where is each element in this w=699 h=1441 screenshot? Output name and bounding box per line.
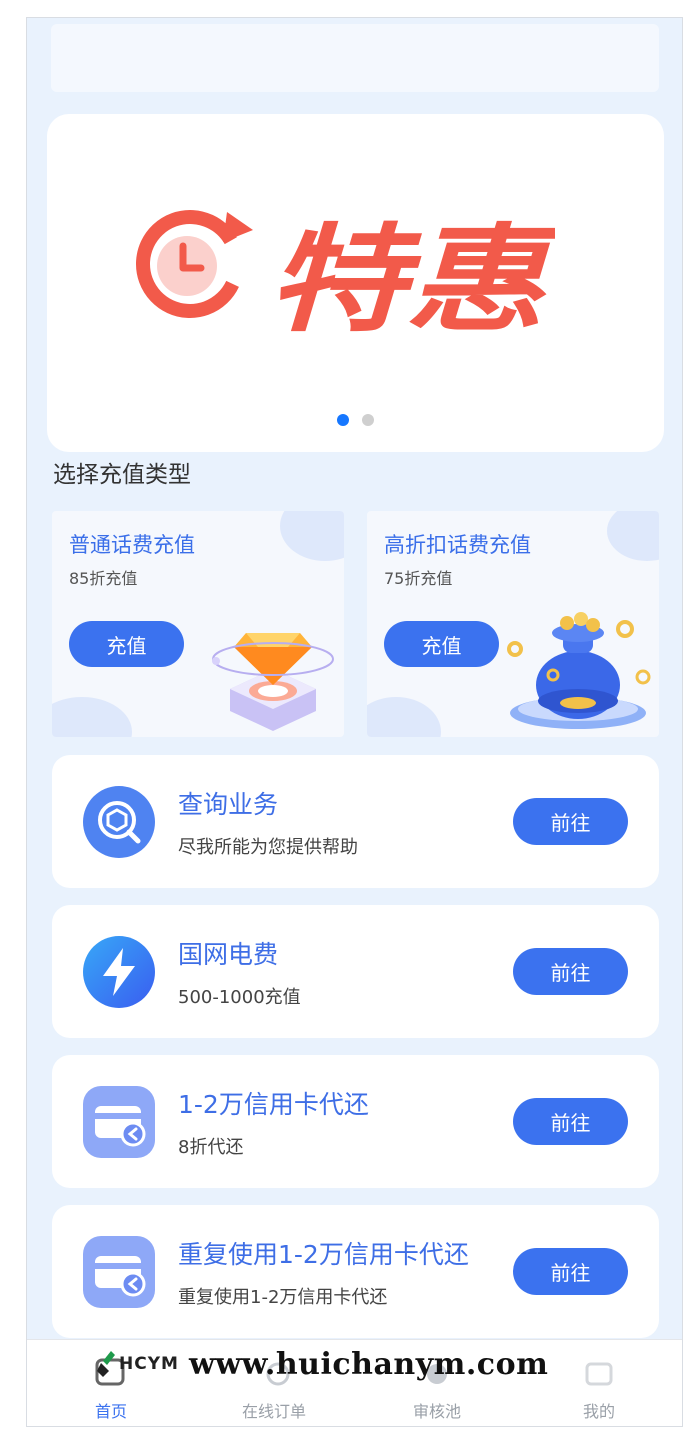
- type-card-subtitle: 75折充值: [384, 569, 453, 588]
- recharge-button-normal[interactable]: 充值: [69, 621, 184, 667]
- carousel-indicator: [47, 411, 664, 430]
- watermark-url: www.huichanym.com: [188, 1346, 549, 1382]
- promo-banner-text: 特惠: [267, 213, 555, 332]
- recharge-type-card-discount[interactable]: 高折扣话费充值 75折充值 充值: [367, 511, 659, 737]
- tab-label: 我的: [582, 1402, 615, 1421]
- go-button-query[interactable]: 前往: [513, 798, 628, 845]
- promo-banner[interactable]: 特惠: [47, 114, 664, 452]
- service-row-repeat-credit-card[interactable]: 重复使用1-2万信用卡代还 重复使用1-2万信用卡代还 前往: [52, 1205, 659, 1338]
- carousel-dot-2[interactable]: [362, 414, 375, 426]
- service-subtitle: 重复使用1-2万信用卡代还: [178, 1287, 388, 1308]
- tab-label: 首页: [94, 1402, 127, 1421]
- watermark-logo: HCYM: [97, 1349, 179, 1379]
- service-title: 国网电费: [178, 940, 279, 969]
- coin-bag-illustration-icon: [507, 612, 651, 729]
- phone-screen: 特惠 选择充值类型 普通话费充值 85折充值 充值 高折扣话费充值 75折充值 …: [26, 17, 683, 1427]
- recharge-button-discount[interactable]: 充值: [384, 621, 499, 667]
- top-search-area[interactable]: [51, 24, 659, 92]
- search-cube-icon: [83, 786, 155, 858]
- credit-card-icon: [83, 1236, 155, 1308]
- recharge-type-card-normal[interactable]: 普通话费充值 85折充值 充值: [52, 511, 344, 737]
- tab-label: 在线订单: [241, 1402, 306, 1421]
- service-title: 重复使用1-2万信用卡代还: [178, 1240, 469, 1269]
- diamond-illustration-icon: [212, 633, 334, 731]
- type-card-title: 高折扣话费充值: [384, 533, 531, 557]
- lightning-icon: [83, 936, 155, 1008]
- go-button-credit-card[interactable]: 前往: [513, 1098, 628, 1145]
- section-title: 选择充值类型: [53, 462, 191, 488]
- credit-card-icon: [83, 1086, 155, 1158]
- tab-label: 审核池: [412, 1402, 461, 1421]
- type-card-subtitle: 85折充值: [69, 569, 138, 588]
- watermark-logo-text: HCYM: [119, 1354, 179, 1374]
- service-title: 1-2万信用卡代还: [178, 1090, 369, 1119]
- type-card-title: 普通话费充值: [69, 533, 195, 557]
- shovel-icon: [97, 1351, 115, 1377]
- service-subtitle: 8折代还: [178, 1137, 244, 1158]
- promo-banner-graphic: 特惠: [136, 210, 555, 332]
- go-button-electricity[interactable]: 前往: [513, 948, 628, 995]
- watermark: HCYM www.huichanym.com: [97, 1341, 657, 1387]
- go-button-repeat-credit-card[interactable]: 前往: [513, 1248, 628, 1295]
- carousel-dot-1[interactable]: [336, 414, 349, 426]
- service-row-query[interactable]: 查询业务 尽我所能为您提供帮助 前往: [52, 755, 659, 888]
- service-subtitle: 尽我所能为您提供帮助: [178, 837, 358, 858]
- service-title: 查询业务: [178, 790, 279, 819]
- service-row-credit-card[interactable]: 1-2万信用卡代还 8折代还 前往: [52, 1055, 659, 1188]
- service-subtitle: 500-1000充值: [178, 987, 301, 1008]
- service-row-electricity[interactable]: 国网电费 500-1000充值 前往: [52, 905, 659, 1038]
